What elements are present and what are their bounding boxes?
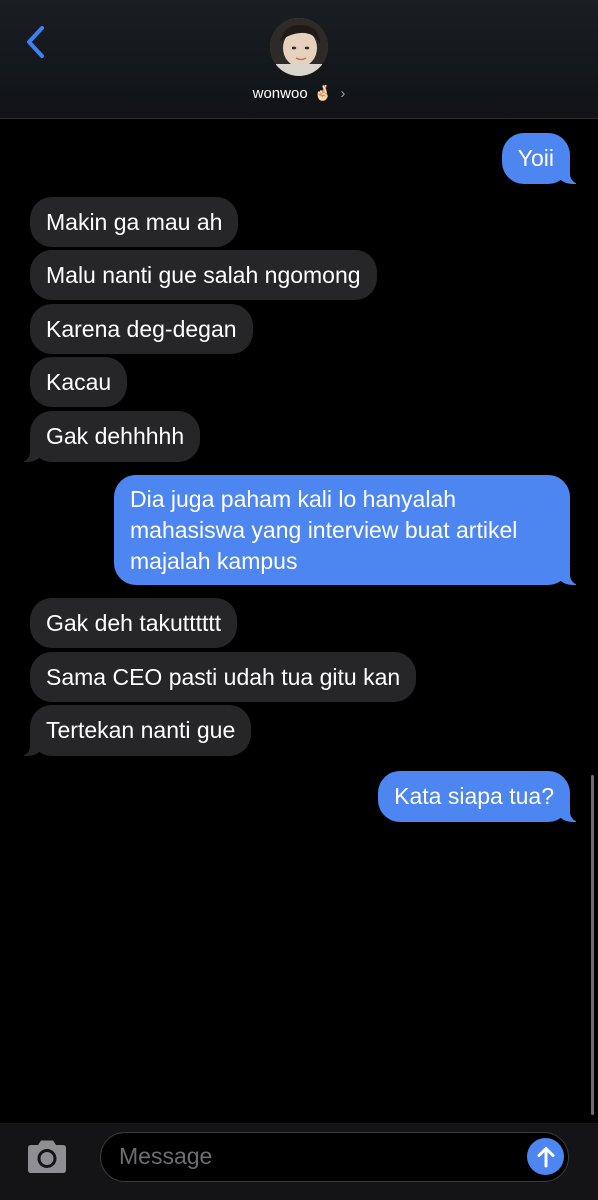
avatar-photo [270,18,328,76]
chevron-right-icon: › [340,84,346,102]
message-text: Gak dehhhhh [46,423,185,449]
message-bubble-received[interactable]: Gak deh takutttttt [30,598,238,648]
message-thread[interactable]: Yoii Makin ga mau ah Malu nanti gue sala… [0,119,598,1123]
message-text: Gak deh takutttttt [46,610,222,636]
message-bubble-received[interactable]: Makin ga mau ah [30,197,239,247]
composer-bar [0,1123,598,1200]
message-input[interactable] [119,1133,519,1180]
message-bubble-received[interactable]: Karena deg-degan [30,304,253,354]
camera-button[interactable] [24,1139,70,1175]
message-text: Tertekan nanti gue [46,717,236,743]
message-text: Karena deg-degan [46,316,237,342]
message-text: Kacau [46,369,112,395]
chevron-left-icon [27,26,44,58]
message-text: Sama CEO pasti udah tua gitu kan [46,664,401,690]
message-bubble-sent[interactable]: Kata siapa tua? [378,771,580,822]
message-text: Yoii [517,145,554,171]
scrollbar[interactable] [591,775,594,1115]
arrow-up-icon [537,1146,554,1167]
message-text: Dia juga paham kali lo hanyalah mahasisw… [130,486,518,574]
message-bubble-sent[interactable]: Dia juga paham kali lo hanyalah mahasisw… [114,475,580,585]
contact-info-button[interactable]: wonwoo 🤞🏻 › [0,80,598,106]
message-text: Malu nanti gue salah ngomong [46,262,361,288]
send-button[interactable] [527,1138,564,1175]
crossed-fingers-emoji: 🤞🏻 [313,85,333,102]
conversation-header: wonwoo 🤞🏻 › [0,0,598,119]
message-bubble-received[interactable]: Kacau [30,357,128,407]
contact-avatar[interactable] [270,18,328,76]
message-bubble-received[interactable]: Malu nanti gue salah ngomong [30,250,377,300]
camera-icon [28,1140,66,1173]
message-field[interactable] [100,1132,569,1182]
message-bubble-sent[interactable]: Yoii [501,133,581,184]
back-button[interactable] [18,22,52,62]
message-text: Makin ga mau ah [46,209,223,235]
message-bubble-received[interactable]: Tertekan nanti gue [19,705,252,756]
contact-name: wonwoo [252,84,308,102]
message-bubble-received[interactable]: Sama CEO pasti udah tua gitu kan [30,652,417,702]
message-text: Kata siapa tua? [394,783,554,809]
message-bubble-received[interactable]: Gak dehhhhh [19,411,201,462]
